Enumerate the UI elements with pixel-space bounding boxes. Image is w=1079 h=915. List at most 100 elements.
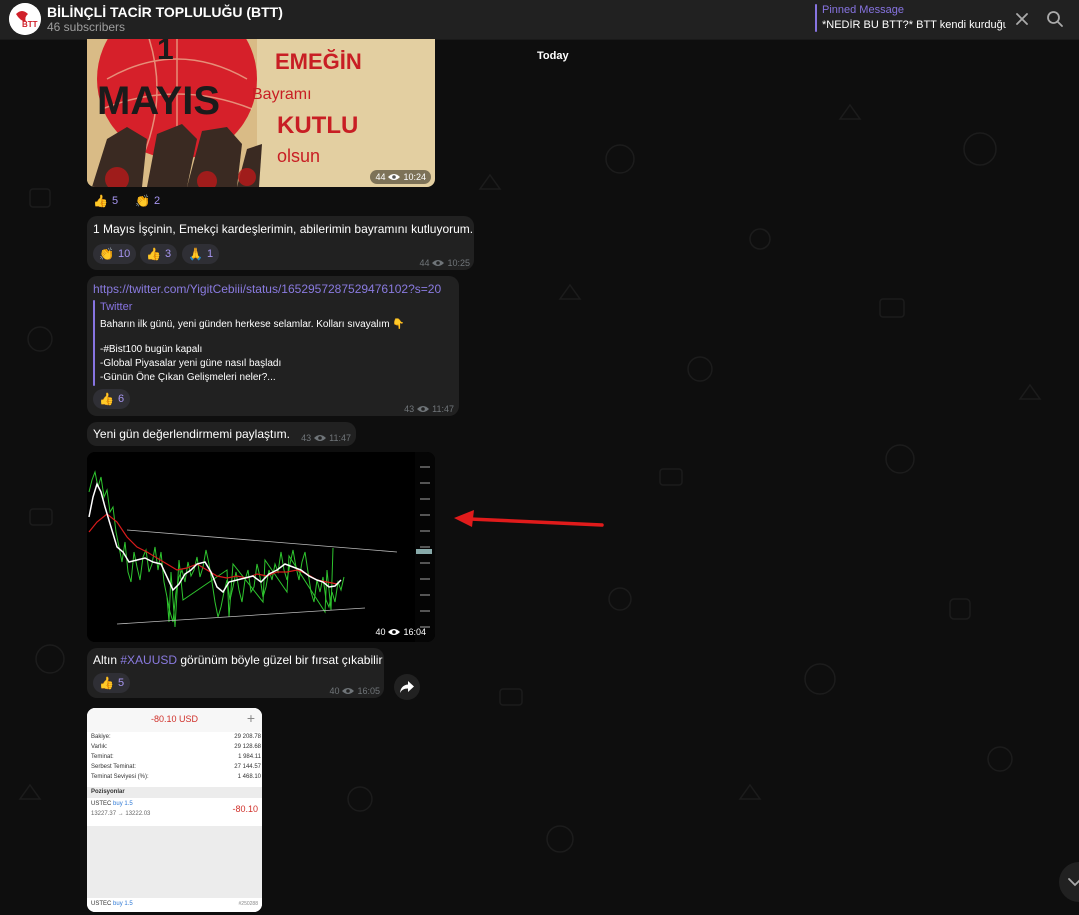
preview-site-name: Twitter — [100, 301, 133, 313]
reaction-thumbs-up[interactable]: 👍 5 — [93, 673, 131, 693]
reaction-emoji: 🙏 — [188, 247, 203, 261]
footer-symbol-line: USTEC buy 1.5 — [91, 901, 133, 907]
position-side: buy 1.5 — [113, 801, 133, 807]
footer-symbol: USTEC — [91, 901, 112, 907]
plus-icon: + — [246, 710, 255, 726]
footer-side: buy 1.5 — [113, 901, 133, 907]
close-pinned-icon[interactable] — [1011, 8, 1033, 30]
btt-logo-icon: BTT — [9, 3, 41, 35]
reaction-clap[interactable]: 👏 10 — [93, 244, 137, 264]
eye-icon — [417, 406, 430, 412]
message-bubble[interactable]: 1 Mayıs İşçinin, Emekçi kardeşlerimin, a… — [87, 216, 474, 270]
reaction-thumbs-up[interactable]: 👍 3 — [140, 244, 178, 264]
account-screenshot[interactable]: -80.10 USD + Bakiye: 29 208.78 Varlık: 29 … — [87, 708, 262, 912]
summary-label: Bakiye: — [91, 734, 111, 740]
channel-header[interactable]: BTT BİLİNÇLİ TACİR TOPLULUĞU (BTT) 46 su… — [0, 0, 1079, 40]
message-link[interactable]: https://twitter.com/YigitCebiii/status/1… — [93, 282, 441, 296]
screenshot-amount: -80.10 USD — [150, 714, 199, 724]
may-day-poster: MAYIS 1 EMEĞİN Bayramı KUTLU olsun — [87, 39, 435, 187]
summary-value: 27 144.57 — [234, 764, 261, 770]
summary-value: 1 984.11 — [238, 754, 261, 760]
summary-row: Serbest Teminat: 27 144.57 — [91, 764, 261, 770]
message-text-after: görünüm böyle güzel bir fırsat çıkabilir — [177, 653, 383, 667]
position-symbol: USTEC — [91, 801, 112, 807]
reaction-thumbs-up[interactable]: 👍 6 — [93, 389, 131, 409]
summary-row: Varlık: 29 128.68 — [91, 744, 261, 750]
share-arrow-icon — [400, 681, 414, 693]
screenshot-header: -80.10 USD + — [87, 708, 262, 732]
preview-line: -Global Piyasalar yeni güne nasıl başlad… — [100, 358, 282, 369]
poster-one: 1 — [157, 39, 174, 66]
account-summary: Bakiye: 29 208.78 Varlık: 29 128.68 Temina… — [87, 732, 262, 787]
reaction-count: 10 — [117, 248, 131, 260]
chevron-down-icon — [1068, 878, 1079, 887]
view-count: 40 — [329, 686, 340, 696]
reaction-emoji: 👍 — [146, 247, 161, 261]
summary-label: Teminat Seviyesi (%): — [91, 774, 149, 780]
reaction-thumbs-up[interactable]: 👍 5 — [93, 191, 118, 211]
reaction-clap[interactable]: 👏 2 — [135, 191, 160, 211]
preview-line: -#Bist100 bugün kapalı — [100, 344, 203, 355]
reaction-count: 6 — [117, 393, 125, 405]
chart-meta: 40 16:04 — [370, 625, 431, 639]
summary-label: Varlık: — [91, 744, 108, 750]
subscriber-count: 46 subscribers — [47, 20, 126, 34]
poster-image[interactable]: MAYIS 1 EMEĞİN Bayramı KUTLU olsun 44 10… — [87, 39, 435, 187]
date-separator: Today — [537, 50, 569, 62]
message-text: Altın #XAUUSD görünüm böyle güzel bir fı… — [93, 653, 382, 667]
view-count: 43 — [404, 404, 415, 414]
message-meta: 43 11:47 — [301, 433, 351, 443]
channel-title: BİLİNÇLİ TACİR TOPLULUĞU (BTT) — [47, 4, 283, 20]
reaction-count: 1 — [206, 248, 214, 260]
message-time: 10:25 — [447, 258, 470, 268]
forward-button[interactable] — [394, 674, 420, 700]
summary-row: Teminat Seviyesi (%): 1 468.10 — [91, 774, 261, 780]
reaction-count: 3 — [164, 248, 172, 260]
reaction-pray[interactable]: 🙏 1 — [182, 244, 220, 264]
reaction-emoji: 👍 — [93, 194, 108, 208]
eye-icon — [314, 435, 327, 441]
position-symbol-line: USTEC buy 1.5 — [91, 801, 133, 807]
eye-icon — [432, 260, 445, 266]
search-icon[interactable] — [1044, 8, 1066, 30]
message-time: 11:47 — [432, 404, 454, 414]
preview-indicator — [93, 300, 95, 386]
summary-value: 29 208.78 — [234, 734, 261, 740]
screenshot-footer: USTEC buy 1.5 #250288 — [87, 898, 262, 912]
gold-price-chart — [87, 452, 435, 642]
preview-line: Baharın ilk günü, yeni günden herkese se… — [100, 319, 405, 330]
message-bubble-link[interactable]: https://twitter.com/YigitCebiii/status/1… — [87, 276, 459, 416]
summary-row: Bakiye: 29 208.78 — [91, 734, 261, 740]
position-row: USTEC buy 1.5 13227.37 → 13222.03 -80.10 — [87, 798, 262, 826]
view-count: 44 — [419, 258, 430, 268]
reaction-count: 5 — [111, 195, 119, 207]
message-bubble[interactable]: Yeni gün değerlendirmemi paylaştım. 43 1… — [87, 422, 356, 446]
view-count: 43 — [301, 433, 312, 443]
pinned-indicator — [815, 4, 817, 32]
message-bubble[interactable]: Altın #XAUUSD görünüm böyle güzel bir fı… — [87, 648, 384, 698]
eye-icon — [388, 629, 401, 635]
preview-line: -Günün Öne Çıkan Gelişmeleri neler?... — [100, 372, 276, 383]
poster-bayrami: Bayramı — [252, 86, 312, 103]
poster-olsun: olsun — [277, 146, 320, 166]
summary-label: Serbest Teminat: — [91, 764, 136, 770]
message-meta: 43 11:47 — [404, 404, 454, 414]
summary-value: 1 468.10 — [237, 774, 261, 780]
summary-row: Teminat: 1 984.11 — [91, 754, 261, 760]
message-text-before: Altın — [93, 653, 121, 667]
message-text: 1 Mayıs İşçinin, Emekçi kardeşlerimin, a… — [93, 222, 474, 236]
reaction-count: 2 — [153, 195, 161, 207]
view-count: 44 — [375, 172, 386, 182]
message-time: 10:24 — [403, 172, 426, 182]
chart-image[interactable]: 40 16:04 — [87, 452, 435, 642]
eye-icon — [388, 174, 401, 180]
summary-value: 29 128.68 — [234, 744, 261, 750]
reaction-emoji: 👍 — [99, 392, 114, 406]
message-meta: 40 16:05 — [329, 686, 380, 696]
message-time: 11:47 — [329, 433, 351, 443]
message-text: Yeni gün değerlendirmemi paylaştım. — [93, 427, 290, 441]
channel-avatar[interactable]: BTT — [9, 3, 41, 35]
message-time: 16:05 — [357, 686, 380, 696]
poster-meta: 44 10:24 — [370, 170, 431, 184]
hashtag-link[interactable]: #XAUUSD — [120, 653, 177, 667]
